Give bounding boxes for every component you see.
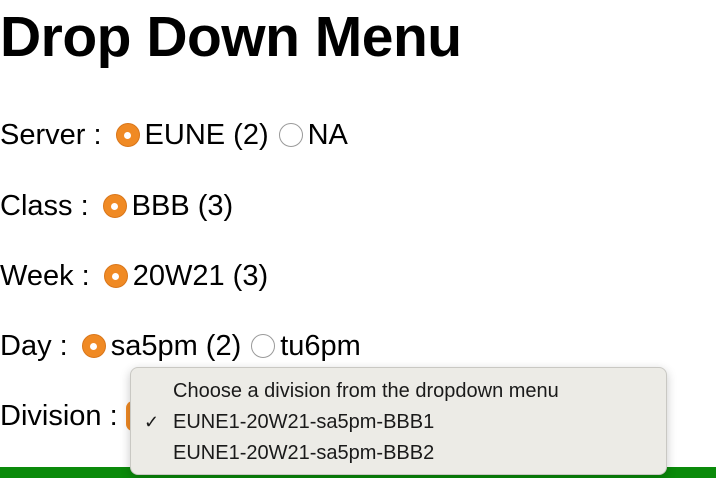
server-row: Server : EUNE (2) NA [0,115,358,155]
dropdown-option-label: EUNE1-20W21-sa5pm-BBB2 [173,442,435,464]
day-option-sa5pm[interactable]: sa5pm (2) [81,329,242,363]
day-row: Day : sa5pm (2) tu6pm [0,326,371,366]
server-option-na[interactable]: NA [278,118,348,152]
day-option-sa5pm-label: sa5pm (2) [110,329,242,362]
radio-unchecked-icon[interactable] [251,334,276,358]
day-option-tu6pm[interactable]: tu6pm [251,330,361,363]
checkmark-icon: ✓ [144,412,160,432]
dropdown-option-bbb2[interactable]: EUNE1-20W21-sa5pm-BBB2 [131,438,666,469]
server-option-na-label: NA [307,118,348,151]
class-option-bbb[interactable]: BBB (3) [102,189,234,223]
division-label: Division : [0,399,118,432]
radio-checked-icon[interactable] [81,334,106,358]
week-row: Week : 20W21 (3) [0,256,278,296]
server-option-eune-label: EUNE (2) [144,118,269,151]
dropdown-option-label: Choose a division from the dropdown menu [173,380,559,402]
division-dropdown-menu[interactable]: Choose a division from the dropdown menu… [130,367,667,475]
server-option-eune[interactable]: EUNE (2) [115,118,269,152]
radio-checked-icon[interactable] [103,264,128,288]
radio-checked-icon[interactable] [102,194,127,218]
page-title: Drop Down Menu [0,5,462,69]
week-option-20w21[interactable]: 20W21 (3) [103,259,269,293]
day-label: Day : [0,329,68,362]
dropdown-option-placeholder[interactable]: Choose a division from the dropdown menu [131,376,666,407]
week-label: Week : [0,259,90,292]
day-option-tu6pm-label: tu6pm [280,329,361,362]
class-row: Class : BBB (3) [0,186,243,226]
class-option-bbb-label: BBB (3) [131,189,234,222]
radio-checked-icon[interactable] [115,123,140,147]
division-row: Division : [0,396,140,436]
week-option-20w21-label: 20W21 (3) [132,259,269,292]
class-label: Class : [0,189,89,222]
dropdown-option-label: EUNE1-20W21-sa5pm-BBB1 [173,411,435,433]
radio-unchecked-icon[interactable] [278,123,303,147]
server-label: Server : [0,118,102,151]
dropdown-option-bbb1[interactable]: ✓ EUNE1-20W21-sa5pm-BBB1 [131,407,666,438]
